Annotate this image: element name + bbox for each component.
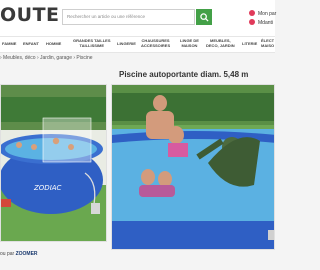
user-icon[interactable] xyxy=(249,19,255,25)
account-link[interactable]: Mon par xyxy=(258,11,276,17)
account-name[interactable]: Mdanti xyxy=(258,20,273,26)
nav-item-enfant[interactable]: ENFANT xyxy=(23,41,39,47)
nav-item-grandes-tailles[interactable]: GRANDES TAILLES TAILLISSIME xyxy=(73,38,110,48)
nav-item-lingerie[interactable]: LINGERIE xyxy=(117,41,136,47)
site-logo[interactable]: OUTE xyxy=(0,4,60,26)
main-nav: FAMME ENFANT HOMME GRANDES TAILLES TAILL… xyxy=(0,36,275,53)
thumbnail-strip xyxy=(111,250,275,270)
svg-text:ZODIAC: ZODIAC xyxy=(33,184,62,192)
pool-photo xyxy=(112,85,274,249)
nav-item-electro[interactable]: ÉLECT MAISO xyxy=(261,38,274,48)
account-icon[interactable] xyxy=(249,10,255,16)
nav-item-literie[interactable]: LITERIE xyxy=(242,41,257,47)
breadcrumb[interactable]: › Meubles, déco › Jardin, garage › Pisci… xyxy=(0,55,93,61)
pool-thumbnail-image: ZODIAC xyxy=(1,85,106,241)
nav-item-linge-maison[interactable]: LINGE DE MAISON xyxy=(180,38,199,48)
nav-item-meubles[interactable]: MEUBLES, DECO, JARDIN xyxy=(206,38,235,48)
header: OUTE Rechercher un article ou une référe… xyxy=(0,0,276,36)
product-image[interactable] xyxy=(111,84,275,250)
vendor-label: ou par ZOOMER xyxy=(0,251,38,257)
nav-item-femme[interactable]: FAMME xyxy=(2,41,16,47)
gallery-image[interactable]: ZODIAC xyxy=(0,84,107,242)
search-input[interactable]: Rechercher un article ou une référence xyxy=(62,9,195,25)
vendor-name[interactable]: ZOOMER xyxy=(16,251,38,257)
nav-item-chaussures[interactable]: CHAUSSURES ACCESSOIRES xyxy=(141,38,170,48)
search-icon xyxy=(199,12,209,22)
product-title: Piscine autoportante diam. 5,48 m xyxy=(119,70,249,79)
nav-item-homme[interactable]: HOMME xyxy=(46,41,61,47)
search-button[interactable] xyxy=(196,9,212,25)
